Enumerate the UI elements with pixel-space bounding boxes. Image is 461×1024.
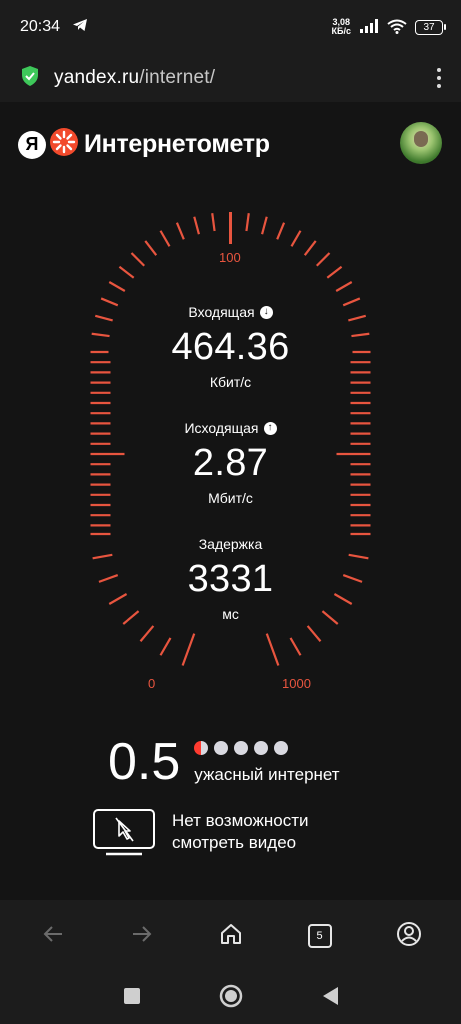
rating-dot bbox=[194, 741, 209, 755]
gauge-tick bbox=[159, 230, 171, 247]
gauge-tick bbox=[303, 240, 317, 256]
gauge-tick bbox=[118, 265, 135, 279]
quality-score: 0.5 bbox=[108, 733, 181, 791]
profile-icon bbox=[396, 921, 422, 952]
wifi-icon bbox=[387, 19, 407, 36]
quality-description: ужасный интернет bbox=[194, 765, 340, 784]
download-unit: Кбит/с bbox=[209, 374, 252, 390]
rating-dots bbox=[194, 741, 339, 755]
download-arrow-icon: ↓ bbox=[259, 305, 273, 319]
home-button[interactable] bbox=[211, 916, 251, 956]
download-metric: Входящая ↓ 464.36 Кбит/с bbox=[0, 304, 461, 390]
gauge-tick bbox=[139, 625, 155, 642]
profile-button[interactable] bbox=[389, 916, 429, 956]
scale-label-1000: 1000 bbox=[282, 676, 311, 691]
status-time: 20:34 bbox=[20, 18, 61, 35]
recent-apps-button[interactable] bbox=[123, 987, 141, 1010]
quality-rating: 0.5 ужасный интернет bbox=[108, 736, 340, 788]
upload-label: Исходящая bbox=[184, 420, 259, 436]
upload-arrow-icon: ↑ bbox=[263, 421, 277, 435]
gauge-tick bbox=[289, 637, 302, 656]
gauge-tick bbox=[211, 213, 216, 232]
latency-value: 3331 bbox=[187, 558, 274, 600]
system-home-button[interactable] bbox=[219, 984, 243, 1013]
gauge-tick bbox=[335, 281, 353, 292]
gauge-tick bbox=[108, 281, 126, 292]
gauge-tick bbox=[315, 252, 331, 267]
gauge-tick bbox=[306, 625, 322, 642]
url-text[interactable]: yandex.ru/internet/ bbox=[54, 67, 215, 89]
battery-icon: 37 bbox=[415, 19, 446, 35]
back-button[interactable] bbox=[33, 916, 73, 956]
rating-dot bbox=[234, 741, 249, 755]
network-speed: 3,08 КБ/с bbox=[331, 17, 351, 36]
forward-button[interactable] bbox=[122, 916, 162, 956]
system-back-button[interactable] bbox=[321, 986, 339, 1011]
latency-label: Задержка bbox=[198, 536, 263, 552]
scale-label-100: 100 bbox=[219, 250, 241, 265]
latency-metric: Задержка 3331 мс bbox=[0, 536, 461, 622]
system-nav-bar bbox=[0, 972, 461, 1024]
address-bar[interactable]: yandex.ru/internet/ bbox=[0, 54, 461, 102]
telegram-icon bbox=[72, 17, 88, 38]
download-value: 464.36 bbox=[171, 326, 290, 368]
gauge-tick bbox=[175, 222, 185, 240]
download-label: Входящая bbox=[188, 304, 255, 320]
gauge-tick bbox=[290, 230, 302, 247]
tab-count: 5 bbox=[316, 930, 323, 942]
gauge-tick bbox=[159, 637, 172, 656]
gauge-tick bbox=[276, 222, 286, 240]
gauge-tick bbox=[144, 240, 158, 256]
upload-metric: Исходящая ↑ 2.87 Мбит/с bbox=[0, 420, 461, 506]
tabs-icon: 5 bbox=[307, 924, 332, 948]
arrow-right-icon bbox=[131, 925, 153, 948]
gauge-tick bbox=[245, 213, 250, 232]
latency-unit: мс bbox=[222, 606, 239, 622]
gauge-tick bbox=[181, 633, 196, 666]
gauge-tick bbox=[326, 265, 343, 279]
rating-dot bbox=[274, 741, 289, 755]
signal-icon bbox=[359, 19, 379, 35]
video-note: Нет возможности смотреть видео bbox=[92, 808, 309, 856]
no-video-tv-icon bbox=[92, 808, 156, 856]
gauge-tick bbox=[265, 633, 280, 666]
shield-check-icon[interactable] bbox=[20, 65, 40, 92]
gauge-tick bbox=[130, 252, 146, 267]
rating-dot bbox=[254, 741, 269, 755]
upload-unit: Мбит/с bbox=[208, 490, 253, 506]
video-note-line1: Нет возможности bbox=[172, 811, 309, 830]
gauge-tick bbox=[261, 216, 268, 235]
video-note-line2: смотреть видео bbox=[172, 833, 297, 852]
tabs-button[interactable]: 5 bbox=[300, 916, 340, 956]
rating-dot bbox=[214, 741, 229, 755]
scale-label-0: 0 bbox=[148, 676, 156, 691]
home-icon bbox=[219, 922, 243, 951]
status-bar: 20:34 3,08 КБ/с 37 bbox=[0, 0, 461, 54]
arrow-left-icon bbox=[42, 925, 64, 948]
browser-nav-bar: 5 bbox=[0, 900, 461, 972]
more-menu-icon[interactable] bbox=[437, 68, 441, 88]
gauge-tick bbox=[193, 216, 200, 235]
speedtest-page: Я Интернетометр 100 0 1000 Входящая ↓ 464… bbox=[0, 102, 461, 900]
upload-value: 2.87 bbox=[192, 442, 269, 484]
